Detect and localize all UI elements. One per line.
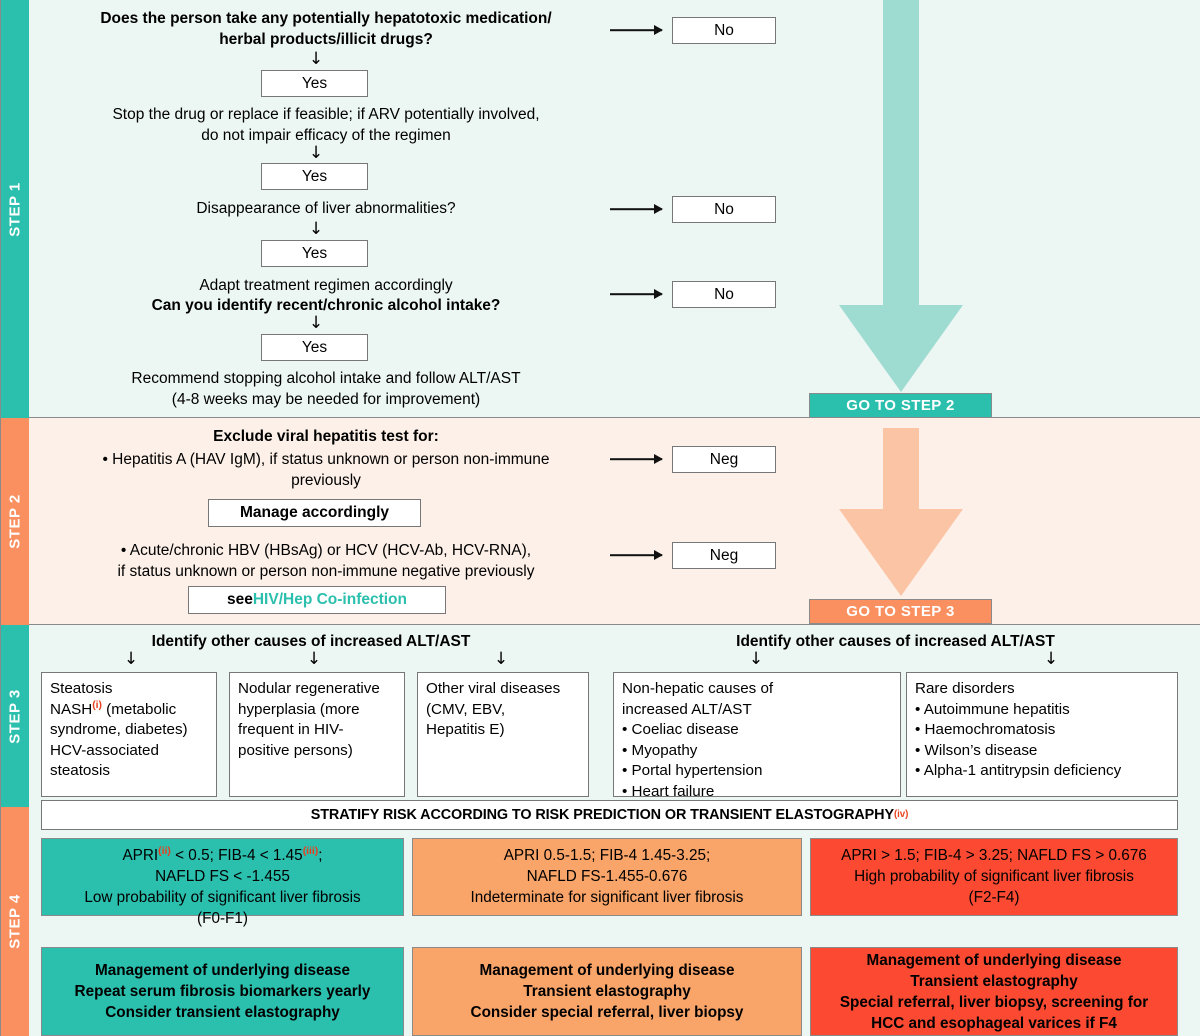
down-arrow-card-1: ↓ [123, 649, 139, 669]
steatosis-card: Steatosis NASH(i) (metabolic syndrome, d… [41, 672, 217, 797]
indeterminate-risk-management-tile: Management of underlying disease Transie… [412, 947, 802, 1036]
question-disappearance-abnormalities: Disappearance of liver abnormalities? [196, 200, 456, 217]
yes-box-3[interactable]: Yes [261, 240, 368, 267]
down-arrow-1: ↓ [308, 49, 324, 69]
question-hepatotoxic-medication-line2: herbal products/illicit drugs? [219, 31, 433, 48]
yes-box-2[interactable]: Yes [261, 163, 368, 190]
nodular-regenerative-hyperplasia-card: Nodular regenerative hyperplasia (more f… [229, 672, 405, 797]
step-1-rail: STEP 1 [1, 0, 29, 418]
action-stop-alcohol-line1: Recommend stopping alcohol intake and fo… [131, 370, 521, 387]
down-arrow-card-3: ↓ [493, 649, 509, 669]
manage-accordingly-box[interactable]: Manage accordingly [208, 499, 421, 527]
high-risk-management-tile: Management of underlying disease Transie… [810, 947, 1178, 1036]
yes-box-1[interactable]: Yes [261, 70, 368, 97]
ref-marker-i: (i) [92, 699, 102, 711]
down-arrow-card-5: ↓ [1043, 649, 1059, 669]
step-3-rail: STEP 3 [1, 625, 29, 807]
big-down-arrow-teal [839, 0, 963, 392]
exclude-viral-hepatitis-title: Exclude viral hepatitis test for: [213, 428, 439, 445]
step-2-label: STEP 2 [6, 494, 24, 549]
go-to-step-3-button[interactable]: GO TO STEP 3 [809, 599, 992, 624]
down-arrow-card-2: ↓ [306, 649, 322, 669]
question-alcohol-intake: Can you identify recent/chronic alcohol … [151, 297, 501, 314]
step-4-label: STEP 4 [6, 894, 24, 949]
arrow-to-no-2 [610, 203, 663, 215]
no-box-2[interactable]: No [672, 196, 776, 223]
see-prefix-label: see [226, 591, 253, 609]
no-box-3[interactable]: No [672, 281, 776, 308]
step-4-rail: STEP 4 [1, 807, 29, 1036]
other-viral-diseases-card: Other viral diseases (CMV, EBV, Hepatiti… [417, 672, 589, 797]
indeterminate-risk-tile: APRI 0.5-1.5; FIB-4 1.45-3.25; NAFLD FS-… [412, 838, 802, 916]
action-stop-drug-line2: do not impair efficacy of the regimen [201, 127, 451, 144]
arrow-to-no-3 [610, 288, 663, 300]
neg-box-1[interactable]: Neg [672, 446, 776, 473]
action-adapt-regimen: Adapt treatment regimen accordingly [199, 277, 453, 294]
stratify-risk-banner: STRATIFY RISK ACCORDING TO RISK PREDICTI… [41, 800, 1178, 830]
action-stop-drug-line1: Stop the drug or replace if feasible; if… [112, 106, 540, 123]
action-stop-alcohol-line2: (4-8 weeks may be needed for improvement… [171, 391, 481, 408]
go-to-step-2-button[interactable]: GO TO STEP 2 [809, 393, 992, 418]
step-1-label: STEP 1 [6, 181, 24, 237]
hepatitis-a-bullet-line1: • Hepatitis A (HAV IgM), if status unkno… [102, 451, 550, 468]
low-risk-tile: APRI(ii) < 0.5; FIB-4 < 1.45(iii); NAFLD… [41, 838, 404, 927]
ref-marker-iii: (iii) [302, 845, 319, 857]
high-risk-tile: APRI > 1.5; FIB-4 > 3.25; NAFLD FS > 0.6… [810, 838, 1178, 916]
rare-disorders-card: Rare disorders • Autoimmune hepatitis • … [906, 672, 1178, 797]
hepatitis-a-bullet-line2: previously [291, 472, 361, 489]
low-risk-management-tile: Management of underlying disease Repeat … [41, 947, 404, 1036]
hbv-hcv-bullet-line2: if status unknown or person non-immune n… [117, 563, 535, 580]
arrow-to-no-1 [610, 24, 663, 36]
hiv-hep-coinfection-box[interactable]: see HIV/Hep Co-infection [188, 586, 446, 614]
no-box-1[interactable]: No [672, 17, 776, 44]
non-hepatic-causes-card: Non-hepatic causes of increased ALT/AST … [613, 672, 901, 800]
step-2-rail: STEP 2 [1, 418, 29, 625]
identify-other-causes-heading-right: Identify other causes of increased ALT/A… [736, 633, 1055, 650]
hiv-hep-coinfection-link[interactable]: HIV/Hep Co-infection [253, 592, 407, 608]
arrow-to-neg-2 [610, 549, 663, 561]
down-arrow-4: ↓ [308, 313, 324, 333]
neg-box-2[interactable]: Neg [672, 542, 776, 569]
yes-box-4[interactable]: Yes [261, 334, 368, 361]
down-arrow-3: ↓ [308, 219, 324, 239]
step-3-label: STEP 3 [6, 688, 24, 744]
question-hepatotoxic-medication-line1: Does the person take any potentially hep… [100, 10, 552, 27]
liver-workup-flowchart: STEP 1 Does the person take any potentia… [0, 0, 1200, 1036]
down-arrow-2: ↓ [308, 143, 324, 163]
big-down-arrow-orange [839, 428, 963, 596]
down-arrow-card-4: ↓ [748, 649, 764, 669]
ref-marker-ii: (ii) [158, 845, 171, 857]
stratify-risk-text: STRATIFY RISK ACCORDING TO RISK PREDICTI… [310, 807, 894, 823]
arrow-to-neg-1 [610, 453, 663, 465]
hbv-hcv-bullet-line1: • Acute/chronic HBV (HBsAg) or HCV (HCV-… [120, 542, 532, 559]
